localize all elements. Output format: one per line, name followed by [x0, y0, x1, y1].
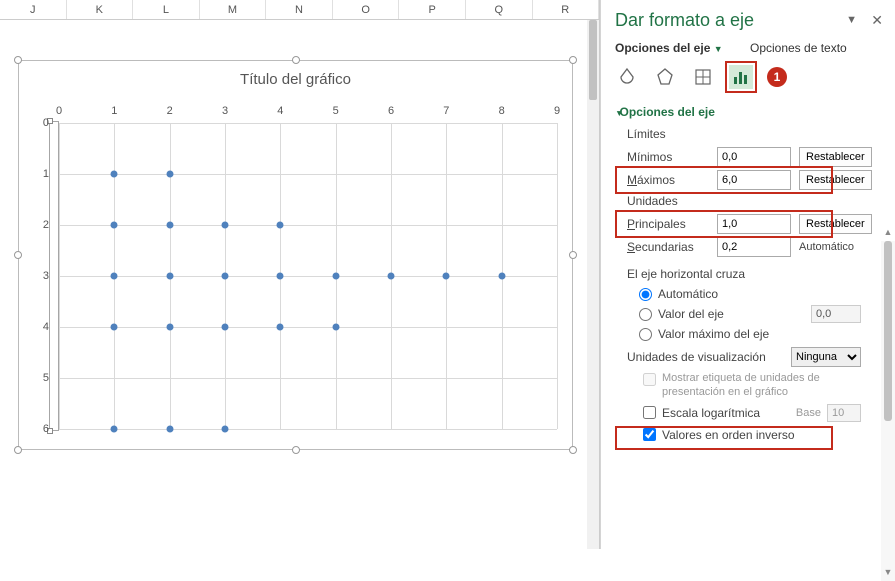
size-properties-icon[interactable]	[691, 65, 715, 89]
section-axis-options[interactable]: Opciones del eje	[615, 105, 879, 119]
units-header: Unidades	[627, 194, 879, 208]
col-header[interactable]: P	[399, 0, 466, 19]
reset-max-button[interactable]: Restablecer	[799, 170, 872, 190]
cross-value-input[interactable]	[639, 308, 652, 321]
cross-auto-input[interactable]	[639, 288, 652, 301]
reset-major-button[interactable]: Restablecer	[799, 214, 872, 234]
resize-handle[interactable]	[292, 446, 300, 454]
tab-text-options[interactable]: Opciones de texto	[750, 41, 847, 55]
major-input[interactable]	[717, 214, 791, 234]
show-units-label-text: Mostrar etiqueta de unidades de presenta…	[662, 371, 852, 400]
close-icon[interactable]: ✕	[871, 12, 883, 29]
embedded-chart[interactable]: Título del gráfico 0123456789 0123456	[18, 60, 573, 450]
pane-scrollbar[interactable]: ▲▼	[881, 241, 895, 581]
x-axis-labels: 0123456789	[59, 105, 557, 121]
col-header[interactable]: Q	[466, 0, 533, 19]
resize-handle[interactable]	[14, 56, 22, 64]
display-units-row: Unidades de visualización Ninguna	[627, 347, 879, 367]
cross-value-field	[811, 305, 861, 323]
max-row: Máximos Restablecer	[627, 170, 879, 190]
display-units-select[interactable]: Ninguna	[791, 347, 861, 367]
log-scale-checkbox[interactable]	[643, 406, 656, 419]
column-headers: J K L M N O P Q R	[0, 0, 599, 20]
plot-area[interactable]	[59, 123, 557, 429]
col-header[interactable]: L	[133, 0, 200, 19]
effects-icon[interactable]	[653, 65, 677, 89]
cross-value-radio: Valor del eje	[639, 305, 879, 323]
pane-options-dropdown[interactable]: ▼	[846, 14, 857, 26]
minor-label: Secundarias	[627, 240, 717, 254]
format-axis-pane: Dar formato a eje ▼ ✕ Opciones del eje ▼…	[600, 0, 895, 549]
spreadsheet-area: J K L M N O P Q R Título del gráfico	[0, 0, 600, 549]
minor-input[interactable]	[717, 237, 791, 257]
chart-title[interactable]: Título del gráfico	[19, 61, 572, 92]
limits-header: Límites	[627, 127, 879, 141]
fill-line-icon[interactable]	[615, 65, 639, 89]
sheet-scrollbar[interactable]	[587, 20, 599, 549]
min-input[interactable]	[717, 147, 791, 167]
resize-handle[interactable]	[569, 446, 577, 454]
resize-handle[interactable]	[569, 56, 577, 64]
cross-header: El eje horizontal cruza	[627, 267, 879, 281]
cross-max-radio: Valor máximo del eje	[639, 327, 879, 341]
col-header[interactable]: R	[533, 0, 600, 19]
reverse-order-row: Valores en orden inverso	[643, 428, 879, 442]
col-header[interactable]: K	[67, 0, 134, 19]
max-label: Máximos	[627, 173, 717, 187]
min-label: Mínimos	[627, 150, 717, 164]
col-header[interactable]: O	[333, 0, 400, 19]
col-header[interactable]: J	[0, 0, 67, 19]
log-base-input	[827, 404, 861, 422]
cross-auto-radio: Automático	[639, 287, 879, 301]
col-header[interactable]: N	[266, 0, 333, 19]
reset-min-button[interactable]: Restablecer	[799, 147, 872, 167]
minor-auto-label: Automático	[799, 241, 854, 253]
major-row: Principales Restablecer	[627, 214, 879, 234]
tab-axis-options[interactable]: Opciones del eje ▼	[615, 41, 735, 55]
log-scale-row: Escala logarítmica Base	[643, 404, 879, 422]
y-axis-labels: 0123456	[19, 123, 55, 429]
cross-max-input[interactable]	[639, 328, 652, 341]
callout-1: 1	[767, 67, 787, 87]
axis-options-icon[interactable]	[729, 65, 753, 89]
major-label: Principales	[627, 217, 717, 231]
resize-handle[interactable]	[292, 56, 300, 64]
minor-row: Secundarias Automático	[627, 237, 879, 257]
max-input[interactable]	[717, 170, 791, 190]
col-header[interactable]: M	[200, 0, 267, 19]
show-units-label-checkbox	[643, 373, 656, 386]
resize-handle[interactable]	[569, 251, 577, 259]
reverse-order-checkbox[interactable]	[643, 428, 656, 441]
min-row: Mínimos Restablecer	[627, 147, 879, 167]
resize-handle[interactable]	[14, 446, 22, 454]
pane-tabs: Opciones del eje ▼ Opciones de texto	[615, 41, 895, 55]
